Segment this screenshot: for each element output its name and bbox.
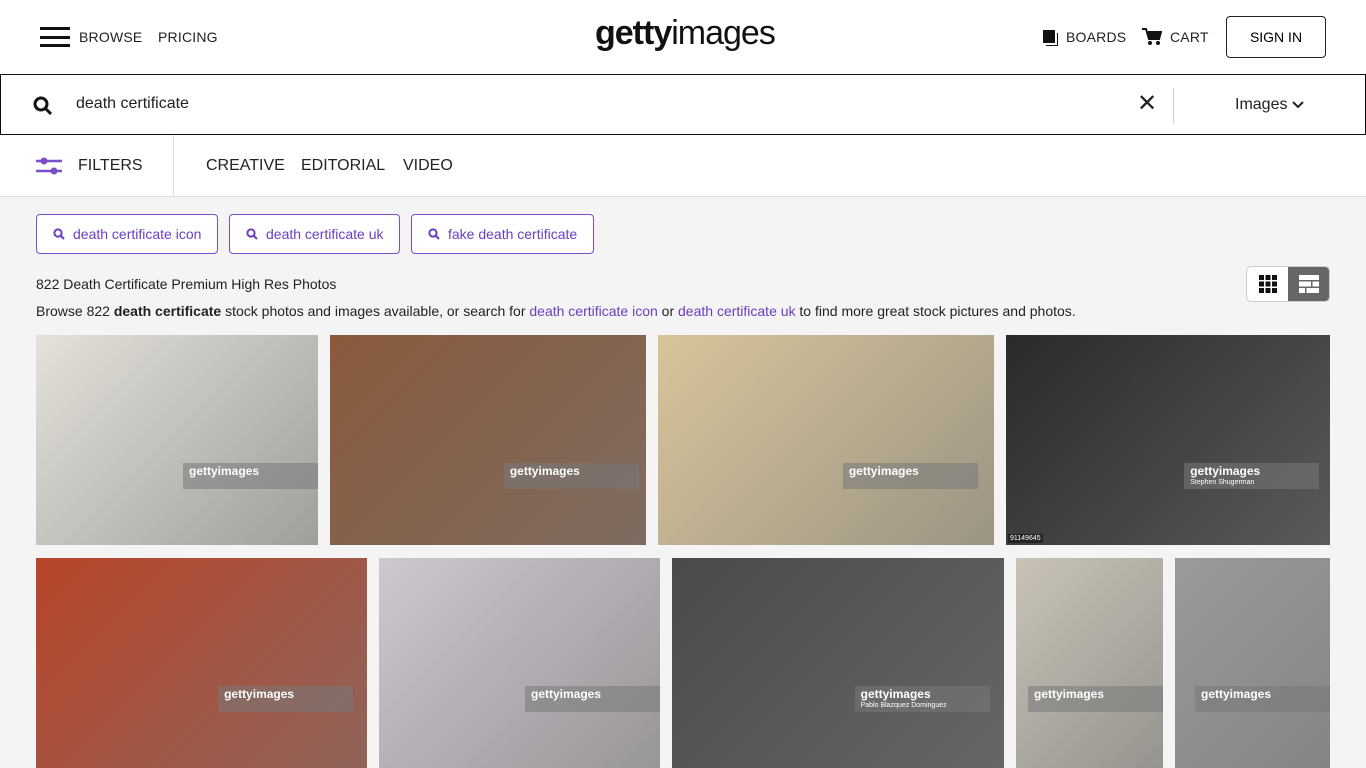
- search-result-image[interactable]: gettyimages: [658, 335, 994, 545]
- boards-link[interactable]: BOARDS: [1066, 29, 1126, 45]
- watermark-text: gettyimages: [189, 464, 260, 478]
- filters-icon[interactable]: [36, 157, 62, 175]
- watermark: gettyimages: [842, 463, 978, 489]
- related-link[interactable]: death certificate uk: [678, 303, 796, 319]
- image-id: 91149645: [1008, 534, 1043, 543]
- search-icon: [428, 228, 440, 240]
- media-type-select[interactable]: Images: [1235, 96, 1304, 114]
- watermark-text: gettyimages: [860, 687, 931, 701]
- watermark-text: gettyimages: [224, 687, 295, 701]
- desc-text: to find more great stock pictures and ph…: [795, 303, 1076, 319]
- suggestion-chip[interactable]: death certificate uk: [229, 214, 400, 254]
- menu-icon[interactable]: [40, 27, 70, 47]
- watermark: gettyimages Stephen Shugerman: [1184, 463, 1320, 489]
- watermark-text: gettyimages: [848, 464, 919, 478]
- cart-icon: [1142, 28, 1162, 45]
- search-icon: [53, 228, 65, 240]
- watermark: gettyimages: [1195, 686, 1330, 712]
- watermark-text: gettyimages: [531, 687, 602, 701]
- results-title: 822 Death Certificate Premium High Res P…: [36, 276, 337, 292]
- chip-label: death certificate icon: [73, 226, 202, 242]
- tab-creative[interactable]: CREATIVE: [206, 157, 285, 175]
- filter-bar: FILTERS CREATIVE EDITORIAL VIDEO: [0, 135, 1366, 197]
- mosaic-icon: [1298, 275, 1319, 293]
- search-icon[interactable]: [33, 96, 53, 116]
- divider: [1173, 88, 1174, 123]
- chip-label: death certificate uk: [266, 226, 384, 242]
- chevron-down-icon: [1292, 101, 1304, 109]
- desc-text: Browse 822: [36, 303, 114, 319]
- search-result-image[interactable]: gettyimages: [36, 335, 318, 545]
- related-link[interactable]: death certificate icon: [529, 303, 657, 319]
- watermark-text: gettyimages: [1190, 464, 1261, 478]
- browse-link[interactable]: BROWSE: [79, 29, 142, 45]
- divider: [173, 135, 174, 197]
- suggestion-chip[interactable]: fake death certificate: [411, 214, 594, 254]
- watermark: gettyimages: [525, 686, 660, 712]
- clear-search-icon[interactable]: ✕: [1137, 89, 1157, 118]
- watermark-text: gettyimages: [1201, 687, 1272, 701]
- watermark: gettyimages: [503, 463, 639, 489]
- search-result-image[interactable]: gettyimages: [1175, 558, 1330, 768]
- photo-credit: Pablo Blazquez Dominguez: [860, 702, 947, 709]
- top-header: BROWSE PRICING gettyimages BOARDS CART S…: [0, 0, 1366, 74]
- search-icon: [246, 228, 258, 240]
- sign-in-button[interactable]: SIGN IN: [1226, 16, 1326, 58]
- search-result-image[interactable]: gettyimages Stephen Shugerman 91149645: [1006, 335, 1330, 545]
- search-result-image[interactable]: gettyimages: [1016, 558, 1163, 768]
- watermark: gettyimages Pablo Blazquez Dominguez: [854, 686, 990, 712]
- search-result-image[interactable]: gettyimages Pablo Blazquez Dominguez: [672, 558, 1004, 768]
- search-result-image[interactable]: gettyimages: [36, 558, 367, 768]
- desc-bold: death certificate: [113, 303, 222, 319]
- chip-label: fake death certificate: [448, 226, 578, 242]
- photo-credit: Stephen Shugerman: [1190, 479, 1255, 486]
- search-input[interactable]: [76, 95, 976, 113]
- cart-link[interactable]: CART: [1170, 29, 1209, 45]
- watermark-text: gettyimages: [509, 464, 580, 478]
- filters-button[interactable]: FILTERS: [78, 157, 143, 175]
- media-type-label: Images: [1235, 96, 1288, 113]
- search-bar: ✕ Images: [0, 74, 1366, 135]
- boards-icon: [1043, 30, 1055, 43]
- watermark: gettyimages: [218, 686, 354, 712]
- getty-logo[interactable]: gettyimages: [595, 14, 776, 53]
- grid-view-button[interactable]: [1247, 267, 1288, 301]
- view-toggle: [1246, 266, 1330, 302]
- desc-text: or: [657, 303, 679, 319]
- search-result-image[interactable]: gettyimages: [379, 558, 660, 768]
- results-description: Browse 822 death certificate stock photo…: [36, 303, 1076, 319]
- tab-video[interactable]: VIDEO: [403, 157, 453, 175]
- logo-bold: getty: [595, 14, 672, 52]
- logo-light: images: [671, 14, 776, 52]
- grid-icon: [1258, 275, 1277, 293]
- search-result-image[interactable]: gettyimages: [330, 335, 646, 545]
- pricing-link[interactable]: PRICING: [158, 29, 218, 45]
- suggestion-chip[interactable]: death certificate icon: [36, 214, 218, 254]
- watermark: gettyimages: [1028, 686, 1163, 712]
- mosaic-view-button[interactable]: [1288, 267, 1329, 301]
- watermark: gettyimages: [183, 463, 318, 489]
- desc-text: stock photos and images available, or se…: [221, 303, 530, 319]
- tab-editorial[interactable]: EDITORIAL: [301, 157, 385, 175]
- watermark-text: gettyimages: [1034, 687, 1105, 701]
